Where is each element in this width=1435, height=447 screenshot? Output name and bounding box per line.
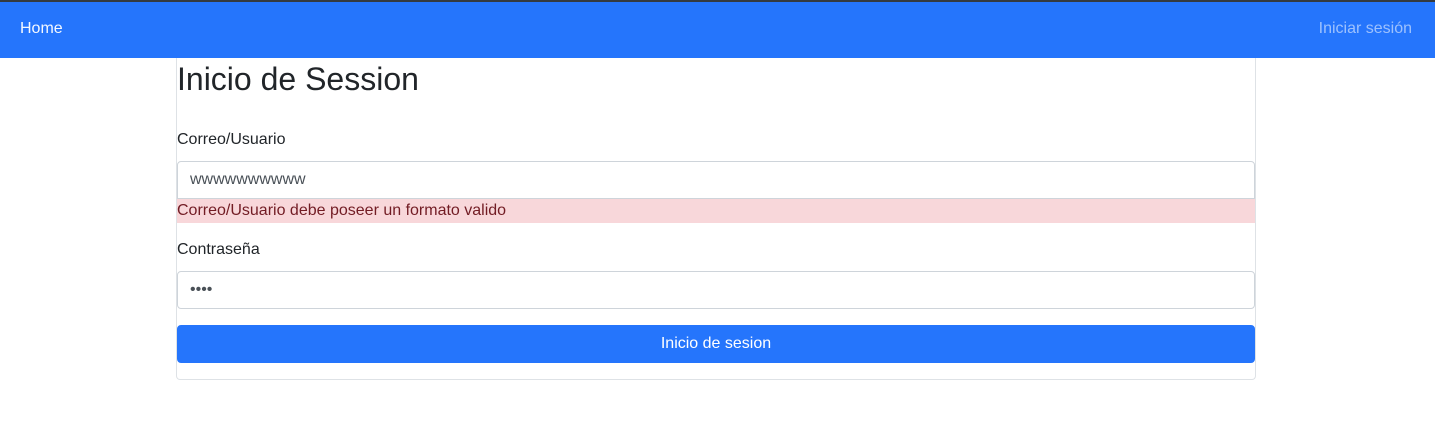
page-title: Inicio de Session xyxy=(177,61,419,97)
navbar: Home Iniciar sesión xyxy=(0,2,1435,58)
login-submit-button[interactable]: Inicio de sesion xyxy=(177,325,1255,363)
email-label: Correo/Usuario xyxy=(177,131,286,148)
password-label: Contraseña xyxy=(177,241,260,258)
nav-home-link[interactable]: Home xyxy=(20,20,63,38)
password-input[interactable] xyxy=(177,271,1255,309)
nav-login-link[interactable]: Iniciar sesión xyxy=(1319,20,1412,38)
email-error-message: Correo/Usuario debe poseer un formato va… xyxy=(177,199,1255,223)
email-input[interactable] xyxy=(177,161,1255,199)
